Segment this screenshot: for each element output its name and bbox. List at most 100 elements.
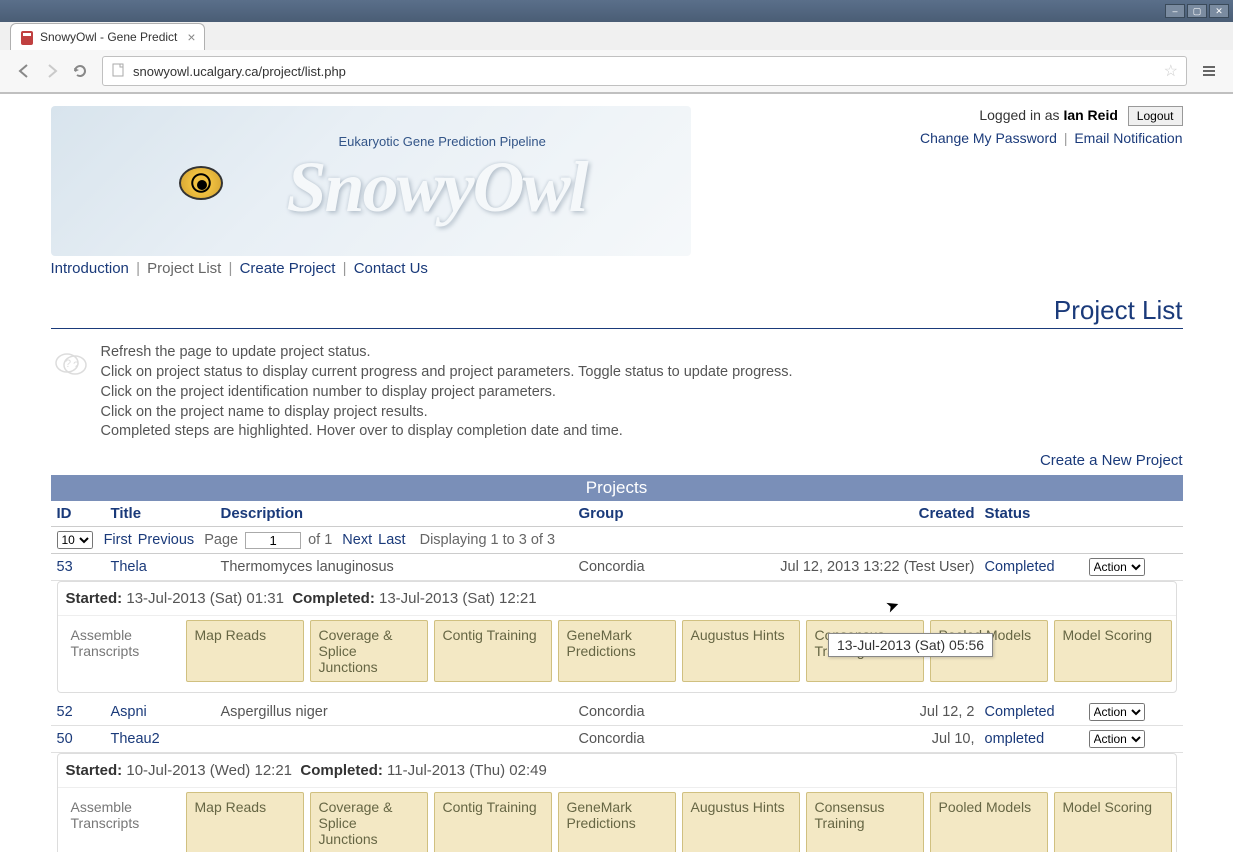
step-assemble-transcripts[interactable]: Assemble Transcripts <box>62 620 180 682</box>
table-column-headers: ID Title Description Group Created Statu… <box>51 501 1183 527</box>
pager-last[interactable]: Last <box>378 532 405 548</box>
info-line: Completed steps are highlighted. Hover o… <box>101 422 793 441</box>
project-created: Jul 12, 2013 13:22 (Test User) <box>775 559 985 575</box>
back-button[interactable] <box>10 57 38 85</box>
pager-first[interactable]: First <box>104 532 132 548</box>
window-close-button[interactable]: ✕ <box>1209 4 1229 18</box>
url-bar[interactable]: snowyowl.ucalgary.ca/project/list.php ☆ <box>102 56 1187 86</box>
email-notification-link[interactable]: Email Notification <box>1074 130 1182 146</box>
info-line: Click on the project identification numb… <box>101 383 793 402</box>
project-id-link[interactable]: 52 <box>57 704 73 720</box>
project-title-link[interactable]: Aspni <box>111 704 147 720</box>
action-select[interactable]: Action <box>1089 558 1145 576</box>
bookmark-star-icon[interactable]: ☆ <box>1164 61 1178 81</box>
tab-close-icon[interactable]: × <box>187 29 195 45</box>
pager-page-label: Page <box>204 532 238 548</box>
page-input[interactable] <box>245 532 301 549</box>
window-titlebar: – ▢ ✕ <box>0 0 1233 22</box>
project-id-link[interactable]: 50 <box>57 731 73 747</box>
project-id-link[interactable]: 53 <box>57 559 73 575</box>
nav-project-list: Project List <box>147 260 221 277</box>
project-detail: Started: 10-Jul-2013 (Wed) 12:21 Complet… <box>57 753 1177 852</box>
page-icon <box>111 63 127 79</box>
nav-create-project[interactable]: Create Project <box>240 260 336 277</box>
col-group[interactable]: Group <box>579 505 775 522</box>
pager-previous[interactable]: Previous <box>138 532 194 548</box>
project-title-link[interactable]: Theau2 <box>111 731 160 747</box>
step-model-scoring[interactable]: Model Scoring <box>1054 620 1172 682</box>
started-label: Started: <box>66 590 123 607</box>
browser-chrome: SnowyOwl - Gene Predict × snowyowl.ucalg… <box>0 22 1233 94</box>
project-desc: Thermomyces lanuginosus <box>221 559 579 575</box>
col-id[interactable]: ID <box>57 505 111 522</box>
info-line: Refresh the page to update project statu… <box>101 343 793 362</box>
page-title: Project List <box>51 295 1183 329</box>
step-map-reads[interactable]: Map Reads <box>186 792 304 852</box>
project-desc: Aspergillus niger <box>221 704 579 720</box>
tab-bar: SnowyOwl - Gene Predict × <box>0 22 1233 50</box>
svg-text:?: ? <box>73 360 79 372</box>
owl-image <box>101 116 241 256</box>
browser-tab[interactable]: SnowyOwl - Gene Predict × <box>10 23 205 50</box>
create-new-project-link[interactable]: Create a New Project <box>1040 452 1183 469</box>
project-group: Concordia <box>579 731 775 747</box>
project-group: Concordia <box>579 559 775 575</box>
logo-banner: Eukaryotic Gene Prediction Pipeline Snow… <box>51 106 691 256</box>
window-minimize-button[interactable]: – <box>1165 4 1185 18</box>
info-icon: ?? <box>51 343 91 383</box>
forward-button[interactable] <box>38 57 66 85</box>
logout-button[interactable]: Logout <box>1128 106 1183 126</box>
step-contig-training[interactable]: Contig Training <box>434 620 552 682</box>
project-created: Jul 10, <box>775 731 985 747</box>
table-row: 52 Aspni Aspergillus niger Concordia Jul… <box>51 699 1183 726</box>
step-assemble-transcripts[interactable]: Assemble Transcripts <box>62 792 180 852</box>
logged-in-label: Logged in as <box>979 107 1063 123</box>
hover-tooltip: 13-Jul-2013 (Sat) 05:56 <box>828 633 993 657</box>
step-coverage-splice[interactable]: Coverage & Splice Junctions <box>310 792 428 852</box>
per-page-select[interactable]: 10 <box>57 531 93 549</box>
user-name: Ian Reid <box>1063 107 1117 123</box>
pager-next[interactable]: Next <box>342 532 372 548</box>
nav-contact-us[interactable]: Contact Us <box>354 260 428 277</box>
step-genemark-predictions[interactable]: GeneMark Predictions <box>558 792 676 852</box>
browser-toolbar: snowyowl.ucalgary.ca/project/list.php ☆ <box>0 50 1233 93</box>
col-title[interactable]: Title <box>111 505 221 522</box>
table-row: 50 Theau2 Concordia Jul 10, ompleted Act… <box>51 726 1183 753</box>
step-genemark-predictions[interactable]: GeneMark Predictions <box>558 620 676 682</box>
change-password-link[interactable]: Change My Password <box>920 130 1057 146</box>
step-coverage-splice[interactable]: Coverage & Splice Junctions <box>310 620 428 682</box>
steps-row: Assemble Transcripts Map Reads Coverage … <box>58 616 1176 686</box>
project-status-link[interactable]: ompleted <box>985 731 1045 747</box>
step-consensus-training[interactable]: Consensus Training <box>806 792 924 852</box>
pager-displaying: Displaying 1 to 3 of 3 <box>420 532 555 548</box>
col-status[interactable]: Status <box>985 505 1089 522</box>
step-pooled-models[interactable]: Pooled Models <box>930 792 1048 852</box>
reload-button[interactable] <box>66 57 94 85</box>
step-augustus-hints[interactable]: Augustus Hints <box>682 620 800 682</box>
col-created[interactable]: Created <box>775 505 985 522</box>
completed-value: 11-Jul-2013 (Thu) 02:49 <box>387 762 547 779</box>
project-status-link[interactable]: Completed <box>985 559 1055 575</box>
step-model-scoring[interactable]: Model Scoring <box>1054 792 1172 852</box>
browser-menu-button[interactable] <box>1195 57 1223 85</box>
project-title-link[interactable]: Thela <box>111 559 147 575</box>
step-augustus-hints[interactable]: Augustus Hints <box>682 792 800 852</box>
action-select[interactable]: Action <box>1089 730 1145 748</box>
action-select[interactable]: Action <box>1089 703 1145 721</box>
project-created: Jul 12, 2 <box>775 704 985 720</box>
started-value: 10-Jul-2013 (Wed) 12:21 <box>126 762 292 779</box>
svg-text:?: ? <box>65 358 71 370</box>
completed-label: Completed: <box>300 762 383 779</box>
tab-title: SnowyOwl - Gene Predict <box>40 30 177 44</box>
project-status-link[interactable]: Completed <box>985 704 1055 720</box>
col-description[interactable]: Description <box>221 505 579 522</box>
step-contig-training[interactable]: Contig Training <box>434 792 552 852</box>
window-maximize-button[interactable]: ▢ <box>1187 4 1207 18</box>
nav-introduction[interactable]: Introduction <box>51 260 129 277</box>
steps-row: Assemble Transcripts Map Reads Coverage … <box>58 788 1176 852</box>
favicon-icon <box>19 29 35 45</box>
project-group: Concordia <box>579 704 775 720</box>
info-line: Click on the project name to display pro… <box>101 403 793 422</box>
table-row: 53 Thela Thermomyces lanuginosus Concord… <box>51 554 1183 581</box>
step-map-reads[interactable]: Map Reads <box>186 620 304 682</box>
